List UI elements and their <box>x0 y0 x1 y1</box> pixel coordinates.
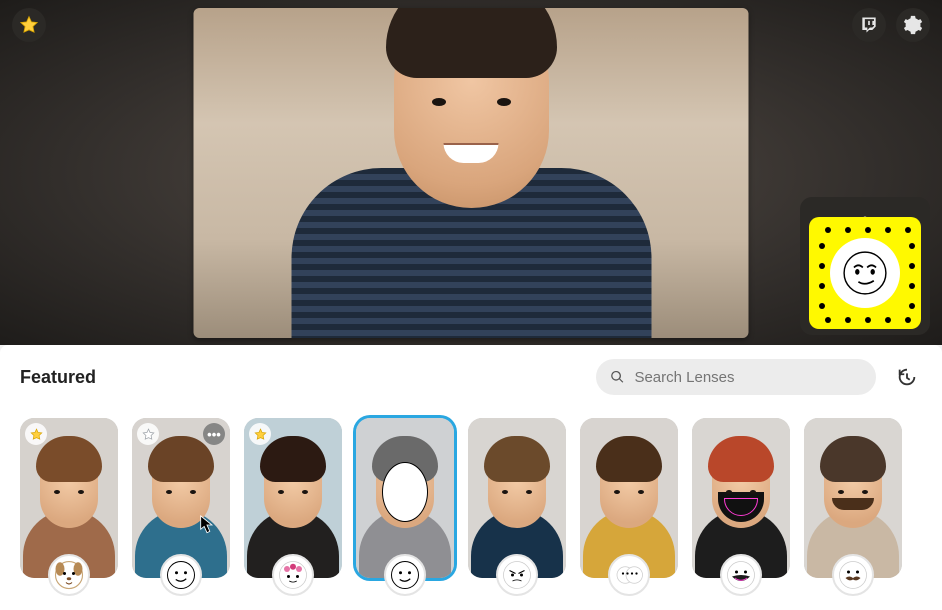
search-icon <box>610 369 624 385</box>
preview-person <box>194 8 749 338</box>
lens-card[interactable] <box>580 418 678 578</box>
lens-card[interactable] <box>468 418 566 578</box>
history-icon <box>896 366 918 388</box>
favorites-button[interactable] <box>12 8 46 42</box>
lens-badge-icon <box>608 554 650 596</box>
lens-card[interactable] <box>244 418 342 578</box>
section-title: Featured <box>20 367 96 388</box>
star-icon <box>254 428 267 441</box>
lens-card[interactable]: ••• <box>132 418 230 578</box>
search-lenses-field[interactable] <box>596 359 876 395</box>
favorite-star-icon[interactable] <box>25 423 47 445</box>
history-button[interactable] <box>892 362 922 392</box>
search-input[interactable] <box>634 369 862 386</box>
lens-card[interactable] <box>20 418 118 578</box>
star-icon <box>30 428 43 441</box>
lens-badge-icon <box>832 554 874 596</box>
snapcode-panel[interactable]: ︿ <box>800 197 930 335</box>
favorite-star-icon[interactable] <box>137 423 159 445</box>
settings-button[interactable] <box>896 8 930 42</box>
lens-card[interactable] <box>692 418 790 578</box>
lens-badge-icon <box>496 554 538 596</box>
camera-viewport-region: ︿ <box>0 0 942 345</box>
lens-card[interactable] <box>804 418 902 578</box>
snapcode <box>809 217 921 329</box>
chevron-up-icon: ︿ <box>858 205 872 217</box>
star-icon <box>142 428 155 441</box>
lens-badge-icon <box>384 554 426 596</box>
lens-badge-icon <box>48 554 90 596</box>
lens-card[interactable] <box>356 418 454 578</box>
lens-panel: Featured ••• <box>0 345 942 610</box>
star-icon <box>19 15 39 35</box>
lens-carousel[interactable]: ••• <box>0 410 942 610</box>
favorite-star-icon[interactable] <box>249 423 271 445</box>
gear-icon <box>903 15 923 35</box>
lens-badge-icon <box>720 554 762 596</box>
lens-badge-icon <box>160 554 202 596</box>
twitch-icon <box>859 15 879 35</box>
more-options-button[interactable]: ••• <box>203 423 225 445</box>
smirk-face-icon <box>843 251 887 295</box>
twitch-button[interactable] <box>852 8 886 42</box>
cursor-icon <box>200 515 214 535</box>
lens-badge-icon <box>272 554 314 596</box>
camera-preview <box>194 8 749 338</box>
